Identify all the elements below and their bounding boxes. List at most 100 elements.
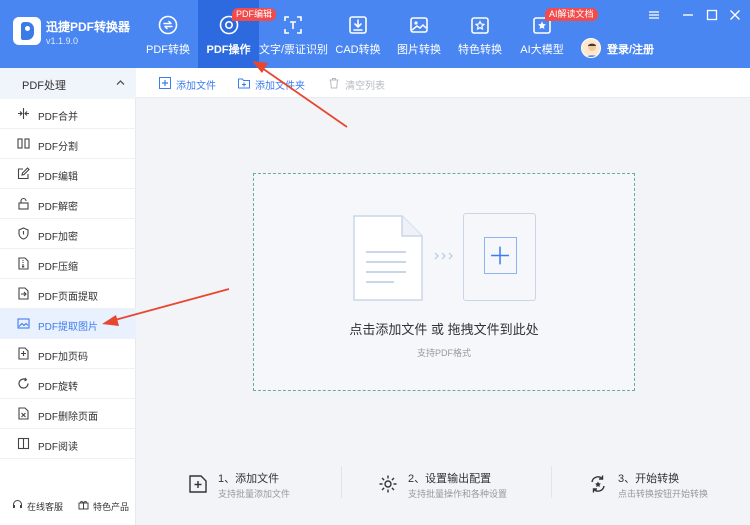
sidebar-item-label: PDF编辑 — [38, 172, 78, 183]
sidebar-title: PDF处理 — [22, 80, 66, 92]
sidebar-header[interactable]: PDF处理 — [0, 68, 136, 99]
nav-label: AI大模型 — [520, 44, 564, 56]
menu-icon[interactable] — [647, 8, 661, 22]
sidebar-item-label: PDF页面提取 — [38, 292, 98, 303]
split-icon — [17, 138, 30, 149]
sidebar-item-pdf-delete-page[interactable]: PDF删除页面 — [0, 399, 136, 429]
sidebar-item-label: PDF合并 — [38, 112, 78, 123]
add-file-step-icon — [189, 475, 207, 493]
nav-tab-cad-convert[interactable]: CAD转换 — [329, 0, 387, 68]
sidebar: PDF处理 PDF合并 PDF分割 PDF编辑 PDF解密 PDF加密 PDF压… — [0, 68, 136, 525]
sidebar-item-pdf-edit[interactable]: PDF编辑 — [0, 159, 136, 189]
nav-tab-special-convert[interactable]: 特色转换 — [451, 0, 509, 68]
app-version: v1.1.9.0 — [46, 36, 79, 46]
text-recognition-icon — [284, 16, 302, 34]
trash-icon — [329, 78, 339, 89]
pdf-convert-icon — [158, 15, 178, 35]
nav-tab-text-recognition[interactable]: 文字/票证识别 — [259, 0, 329, 68]
read-icon — [17, 437, 30, 450]
rotate-icon — [18, 377, 29, 389]
add-file-icon — [159, 77, 171, 89]
sidebar-footer: 在线客服 特色产品 — [0, 489, 136, 525]
page-number-icon — [18, 347, 29, 360]
arrow-dots-icon — [434, 252, 453, 260]
sidebar-item-pdf-compress[interactable]: PDF压缩 — [0, 249, 136, 279]
add-file-target[interactable] — [463, 213, 536, 301]
step-divider — [551, 466, 552, 498]
add-folder-icon — [238, 78, 250, 89]
chevron-up-icon — [116, 80, 125, 85]
main-panel: 添加文件 添加文件夹 清空列表 点击添加文件 或 拖拽文件到此处 支持PDF格式 — [136, 68, 750, 525]
nav-label: 图片转换 — [397, 44, 441, 56]
sidebar-item-label: PDF分割 — [38, 142, 78, 153]
sidebar-item-label: PDF加页码 — [38, 352, 88, 363]
nav-tab-pdf-convert[interactable]: PDF转换 — [138, 0, 198, 68]
step-title: 1、添加文件 — [218, 473, 280, 485]
sidebar-item-label: PDF提取图片 — [38, 322, 98, 333]
drop-zone-instruction: 点击添加文件 或 拖拽文件到此处 — [349, 322, 539, 337]
page-extract-icon — [18, 287, 29, 300]
online-service-label: 在线客服 — [27, 502, 64, 512]
nav-label: 文字/票证识别 — [259, 44, 329, 56]
file-drop-zone[interactable]: 点击添加文件 或 拖拽文件到此处 支持PDF格式 — [253, 173, 635, 391]
supported-format-hint: 支持PDF格式 — [416, 348, 471, 358]
step-description: 支持批量操作和各种设置 — [408, 489, 508, 499]
nav-tab-image-convert[interactable]: 图片转换 — [390, 0, 448, 68]
plus-icon — [484, 237, 517, 274]
special-convert-icon — [471, 17, 489, 34]
step-title: 3、开始转换 — [618, 473, 680, 485]
shield-icon — [18, 227, 29, 240]
convert-cycle-icon — [591, 475, 605, 493]
toolbar: 添加文件 添加文件夹 清空列表 — [136, 68, 750, 98]
headset-icon — [13, 500, 22, 508]
nav-label: PDF转换 — [146, 44, 190, 56]
sidebar-item-label: PDF加密 — [38, 232, 78, 243]
sidebar-item-pdf-extract-images[interactable]: PDF提取图片 — [0, 309, 136, 339]
add-file-label: 添加文件 — [176, 81, 216, 92]
step-description: 点击转换按钮开始转换 — [618, 489, 709, 499]
step-title: 2、设置输出配置 — [408, 473, 492, 485]
step-description: 支持批量添加文件 — [218, 489, 291, 499]
document-icon — [353, 215, 423, 301]
app-logo — [13, 17, 41, 45]
sidebar-item-label: PDF删除页面 — [38, 412, 98, 423]
edit-icon — [17, 167, 30, 180]
sidebar-item-pdf-encrypt[interactable]: PDF加密 — [0, 219, 136, 249]
avatar[interactable] — [581, 38, 601, 58]
sidebar-item-pdf-rotate[interactable]: PDF旋转 — [0, 369, 136, 399]
unlock-icon — [18, 197, 29, 210]
image-extract-icon — [17, 318, 30, 329]
add-folder-label: 添加文件夹 — [255, 81, 305, 92]
nav-label: CAD转换 — [335, 44, 381, 56]
featured-products-label: 特色产品 — [93, 502, 130, 512]
minimize-icon[interactable] — [681, 8, 695, 22]
clear-list-label: 清空列表 — [345, 81, 385, 92]
sidebar-item-label: PDF压缩 — [38, 262, 78, 273]
step-divider — [341, 466, 342, 498]
delete-page-icon — [18, 407, 29, 420]
close-icon[interactable] — [728, 8, 742, 22]
sidebar-item-pdf-read[interactable]: PDF阅读 — [0, 429, 136, 459]
sidebar-item-pdf-merge[interactable]: PDF合并 — [0, 99, 136, 129]
image-convert-icon — [410, 17, 428, 33]
sidebar-item-label: PDF旋转 — [38, 382, 78, 393]
user-avatar-icon — [586, 43, 598, 57]
login-register-link[interactable]: 登录/注册 — [607, 41, 654, 57]
sidebar-item-label: PDF解密 — [38, 202, 78, 213]
cad-convert-icon — [349, 16, 367, 34]
sidebar-item-pdf-decrypt[interactable]: PDF解密 — [0, 189, 136, 219]
ai-doc-badge: AI解读文档 — [545, 8, 598, 21]
gift-icon — [78, 501, 89, 510]
app-title: 迅捷PDF转换器 — [46, 20, 131, 34]
settings-gear-icon — [379, 475, 397, 493]
sidebar-item-pdf-split[interactable]: PDF分割 — [0, 129, 136, 159]
sidebar-item-label: PDF阅读 — [38, 442, 78, 453]
nav-label: 特色转换 — [458, 44, 502, 56]
maximize-icon[interactable] — [705, 8, 719, 22]
nav-label: PDF操作 — [206, 44, 251, 56]
sidebar-item-pdf-page-number[interactable]: PDF加页码 — [0, 339, 136, 369]
title-bar: 迅捷PDF转换器 v1.1.9.0 PDF转换 PDF操作 PDF编辑 文字/票… — [0, 0, 750, 68]
merge-icon — [18, 108, 29, 119]
compress-icon — [18, 257, 29, 270]
sidebar-item-pdf-page-extract[interactable]: PDF页面提取 — [0, 279, 136, 309]
